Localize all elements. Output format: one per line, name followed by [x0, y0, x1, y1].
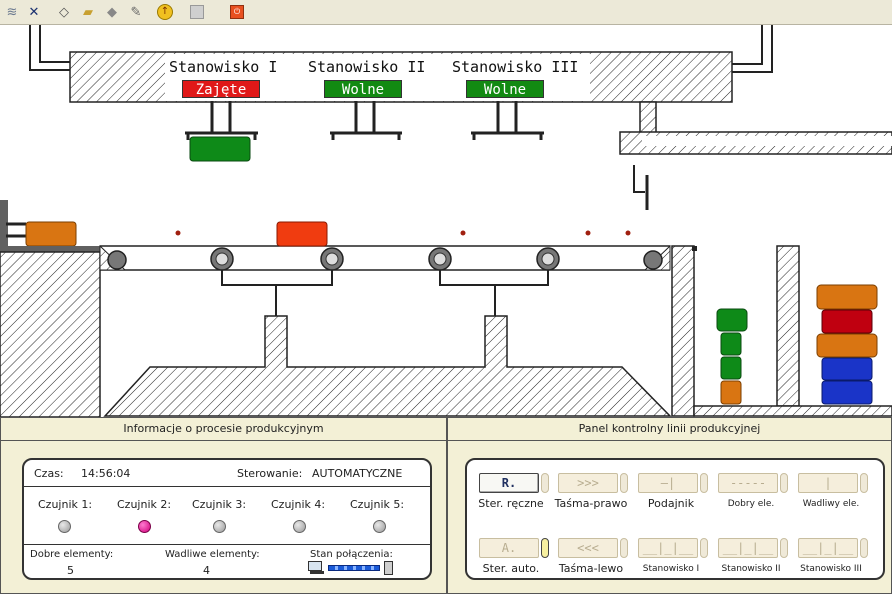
sensor-4-indicator [293, 520, 306, 533]
sensor-3-indicator [213, 520, 226, 533]
bad-elements-label: Wadliwe elementy: [165, 549, 260, 560]
auto-control-label: Ster. auto. [482, 562, 540, 575]
control-box: R. Ster. ręczne >>> Taśma-prawo —| Podaj… [465, 458, 885, 580]
belt-right-label: Taśma-prawo [554, 497, 628, 510]
good-elements-value: 5 [67, 564, 74, 577]
control-panel: Panel kontrolny linii produkcyjnej R. St… [447, 417, 892, 594]
good-element-indicator [780, 473, 788, 493]
belt-left-indicator [620, 538, 628, 558]
station-3-status: Wolne [466, 80, 544, 98]
manual-control-indicator [541, 473, 549, 493]
good-element-label: Dobry ele. [727, 499, 775, 509]
run-icon[interactable]: ↑ [155, 2, 175, 22]
good-elements-label: Dobre elementy: [30, 549, 114, 560]
belt-right-indicator [620, 473, 628, 493]
power-icon[interactable]: ⏻ [227, 2, 247, 22]
new-icon[interactable]: ◇ [54, 2, 74, 22]
control-mode-value: AUTOMATYCZNE [312, 467, 403, 480]
station-1-status: Zajęte [182, 80, 260, 98]
gripper-2 [330, 101, 402, 140]
bad-elements-value: 4 [203, 564, 210, 577]
station-3-button[interactable]: __|_|__ [798, 538, 858, 558]
good-element-button[interactable]: ----- [718, 473, 778, 493]
sensor-2-indicator [138, 520, 151, 533]
station-2-name: Stanowisko II [308, 58, 426, 76]
feeder-button[interactable]: —| [638, 473, 698, 493]
wire-icon[interactable]: ≋ [2, 2, 22, 22]
grid-icon[interactable] [187, 2, 207, 22]
bad-element-indicator [860, 473, 868, 493]
sensor-2-label: Czujnik 2: [117, 498, 172, 511]
station-1-name: Stanowisko I [169, 58, 278, 76]
station-3-name: Stanowisko III [452, 58, 579, 76]
gripper-1 [185, 101, 258, 140]
info-panel: Informacje o procesie produkcyjnym Czas:… [0, 417, 447, 594]
feeder-label: Podajnik [647, 497, 695, 510]
belt-left-button[interactable]: <<< [558, 538, 618, 558]
connection-status-icon [308, 561, 396, 575]
connection-status-label: Stan połączenia: [310, 549, 393, 560]
sensor-1-indicator [58, 520, 71, 533]
feeder-indicator [700, 473, 708, 493]
info-panel-title: Informacje o procesie produkcyjnym [1, 418, 446, 441]
auto-control-indicator [541, 538, 549, 558]
station-2-button[interactable]: __|_|__ [718, 538, 778, 558]
bad-element-label: Wadliwy ele. [802, 499, 860, 509]
sensor-1-label: Czujnik 1: [38, 498, 93, 511]
belt-right-button[interactable]: >>> [558, 473, 618, 493]
disconnect-icon[interactable]: ✕ [24, 2, 44, 22]
time-value: 14:56:04 [81, 467, 131, 480]
edit-icon[interactable]: ✎ [126, 2, 146, 22]
manual-control-label: Ster. ręczne [478, 497, 544, 510]
stop-icon[interactable]: ◆ [102, 2, 122, 22]
auto-control-button[interactable]: A. [479, 538, 539, 558]
control-mode-label: Sterowanie: [237, 467, 303, 480]
toolbar: ≋ ✕ ◇ ▰ ◆ ✎ ↑ ⏻ [0, 0, 892, 25]
production-line-scene [0, 25, 892, 417]
roller [107, 247, 663, 271]
sensor-5-label: Czujnik 5: [350, 498, 405, 511]
gripper-3 [471, 101, 544, 140]
station-2-status: Wolne [324, 80, 402, 98]
station-1-indicator [700, 538, 708, 558]
station-3-label: Stanowisko III [800, 564, 862, 574]
control-panel-title: Panel kontrolny linii produkcyjnej [448, 418, 891, 441]
time-label: Czas: [34, 467, 64, 480]
belt-left-label: Taśma-lewo [558, 562, 624, 575]
open-folder-icon[interactable]: ▰ [78, 2, 98, 22]
station-1-label: Stanowisko I [642, 564, 700, 574]
station-2-indicator [780, 538, 788, 558]
manual-control-button[interactable]: R. [479, 473, 539, 493]
bad-element-button[interactable]: | [798, 473, 858, 493]
sensor-4-label: Czujnik 4: [271, 498, 326, 511]
sensor-3-label: Czujnik 3: [192, 498, 247, 511]
station-3-indicator [860, 538, 868, 558]
station-2-label: Stanowisko II [721, 564, 781, 574]
station-1-button[interactable]: __|_|__ [638, 538, 698, 558]
sensor-5-indicator [373, 520, 386, 533]
production-line-drawing [0, 25, 892, 417]
info-box: Czas: 14:56:04 Sterowanie: AUTOMATYCZNE … [22, 458, 432, 580]
